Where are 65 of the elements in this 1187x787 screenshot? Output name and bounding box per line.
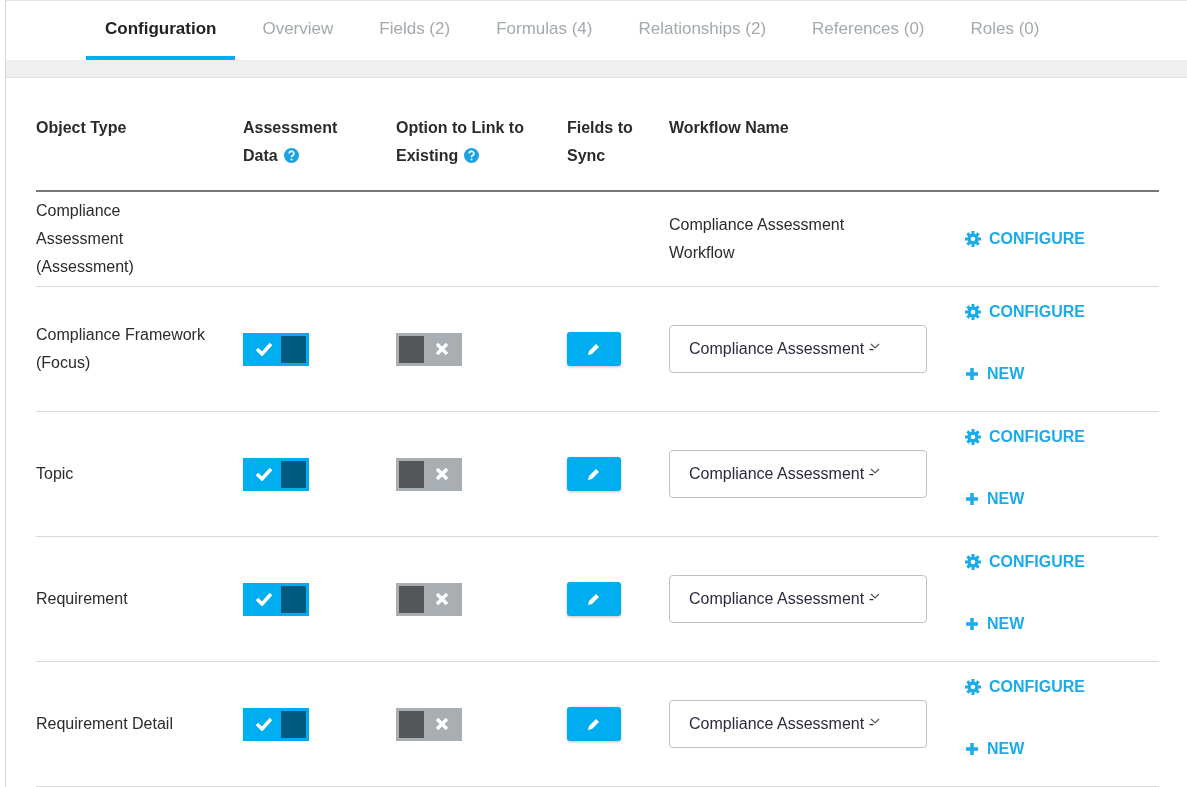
check-icon: [254, 592, 273, 606]
plus-icon: [965, 367, 979, 381]
tab[interactable]: Formulas (4): [477, 1, 612, 61]
table-cell-text: Requirement: [36, 589, 129, 609]
chevron-down-icon: [869, 592, 880, 600]
settings-icon: [965, 554, 981, 570]
pencil-icon: [587, 717, 601, 731]
column-header: Assessment Data: [243, 118, 339, 166]
workflow-dropdown[interactable]: Compliance Assessment -: [669, 325, 927, 373]
settings-icon: [965, 231, 981, 247]
plus-icon: [965, 492, 979, 506]
close-icon: [434, 467, 449, 481]
check-icon: [254, 342, 273, 356]
column-header: Workflow Name: [669, 118, 790, 138]
tab[interactable]: Overview: [243, 1, 353, 61]
toggle-switch[interactable]: [396, 582, 462, 616]
chevron-down-icon: [869, 467, 880, 475]
settings-icon: [965, 679, 981, 695]
tab[interactable]: Roles (0): [951, 1, 1059, 61]
table-cell-text: Requirement Detail: [36, 714, 174, 734]
toggle-switch[interactable]: [396, 332, 462, 366]
table-cell-text: Compliance Framework (Focus): [36, 325, 206, 373]
tab[interactable]: Relationships (2): [619, 1, 786, 61]
table-cell-text: Topic: [36, 464, 75, 484]
check-icon: [254, 717, 273, 731]
help-icon[interactable]: [283, 148, 299, 163]
toggle-switch[interactable]: [243, 332, 309, 366]
plus-icon: [965, 617, 979, 631]
settings-icon: [965, 429, 981, 445]
action-link[interactable]: CONFIGURE: [965, 678, 1085, 696]
action-link[interactable]: CONFIGURE: [965, 553, 1085, 571]
action-link[interactable]: NEW: [965, 615, 1025, 633]
toggle-switch[interactable]: [396, 707, 462, 741]
action-link[interactable]: NEW: [965, 740, 1025, 758]
help-icon[interactable]: [464, 148, 480, 163]
toggle-switch[interactable]: [396, 457, 462, 491]
pencil-icon: [587, 467, 601, 481]
tab[interactable]: References (0): [793, 1, 944, 61]
action-link[interactable]: CONFIGURE: [965, 428, 1085, 446]
table-cell-text: Compliance Assessment (Assessment): [36, 201, 135, 277]
close-icon: [434, 717, 449, 731]
toggle-switch[interactable]: [243, 707, 309, 741]
pencil-icon: [587, 342, 601, 356]
action-link[interactable]: NEW: [965, 490, 1025, 508]
column-header: Option to Link to Existing: [396, 118, 525, 166]
action-link[interactable]: CONFIGURE: [965, 303, 1085, 321]
workflow-dropdown[interactable]: Compliance Assessment -: [669, 700, 927, 748]
close-icon: [434, 592, 449, 606]
table-cell-text: Compliance Assessment Workflow: [669, 215, 846, 263]
close-icon: [434, 342, 449, 356]
toggle-switch[interactable]: [243, 582, 309, 616]
check-icon: [254, 467, 273, 481]
column-header: Object Type: [36, 118, 128, 138]
action-link[interactable]: NEW: [965, 365, 1025, 383]
pencil-icon: [587, 592, 601, 606]
workflow-dropdown[interactable]: Compliance Assessment -: [669, 450, 927, 498]
settings-icon: [965, 304, 981, 320]
chevron-down-icon: [869, 717, 880, 725]
column-header: Fields to Sync: [567, 118, 634, 166]
tab[interactable]: Fields (2): [360, 1, 470, 61]
workflow-dropdown[interactable]: Compliance Assessment -: [669, 575, 927, 623]
action-link[interactable]: CONFIGURE: [965, 230, 1085, 248]
chevron-down-icon: [869, 342, 880, 350]
plus-icon: [965, 742, 979, 756]
toggle-switch[interactable]: [243, 457, 309, 491]
